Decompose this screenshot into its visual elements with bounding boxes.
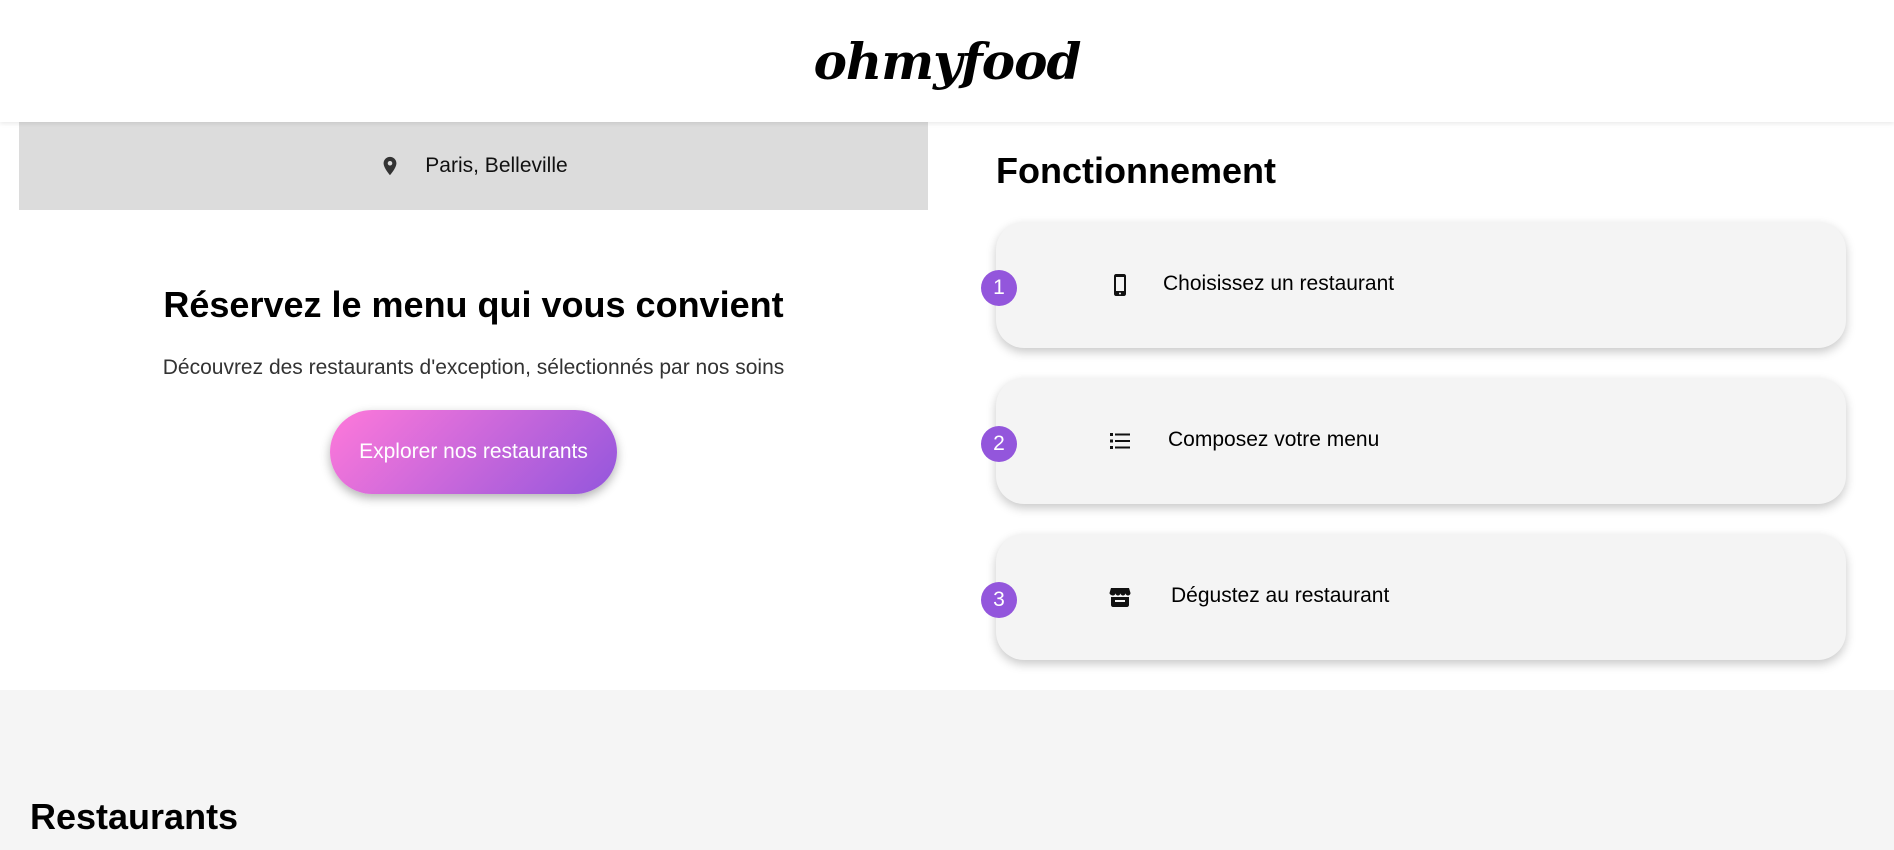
- hero-section: Réservez le menu qui vous convient Décou…: [19, 210, 928, 494]
- list-icon: [1110, 433, 1130, 449]
- step-number-badge: 2: [981, 426, 1017, 462]
- hero-subtitle: Découvrez des restaurants d'exception, s…: [162, 356, 785, 379]
- how-it-works-title: Fonctionnement: [996, 150, 1276, 191]
- store-icon: [1109, 588, 1131, 607]
- step-number-badge: 1: [981, 270, 1017, 306]
- explore-restaurants-button[interactable]: Explorer nos restaurants: [330, 410, 617, 494]
- mobile-phone-icon: [1114, 274, 1126, 296]
- logo[interactable]: ohmyfood: [814, 32, 1082, 91]
- step-number-badge: 3: [981, 582, 1017, 618]
- map-pin-icon: [383, 156, 397, 176]
- location-text: Paris, Belleville: [425, 154, 568, 177]
- step-card-3: 3 Dégustez au restaurant: [981, 534, 1846, 660]
- step-card-2: 2 Composez votre menu: [981, 378, 1846, 504]
- hero-title: Réservez le menu qui vous convient: [163, 284, 784, 325]
- step-card-1: 1 Choisissez un restaurant: [981, 222, 1846, 348]
- site-header: ohmyfood: [0, 0, 1894, 122]
- how-it-works-section: Fonctionnement 1 Choisissez un restauran…: [981, 122, 1846, 660]
- step-label: Composez votre menu: [1168, 428, 1380, 451]
- location-bar: Paris, Belleville: [19, 122, 928, 210]
- restaurants-title: Restaurants: [30, 796, 239, 837]
- step-label: Choisissez un restaurant: [1163, 272, 1395, 295]
- step-label: Dégustez au restaurant: [1171, 584, 1390, 607]
- restaurants-section: Restaurants: [0, 690, 1894, 850]
